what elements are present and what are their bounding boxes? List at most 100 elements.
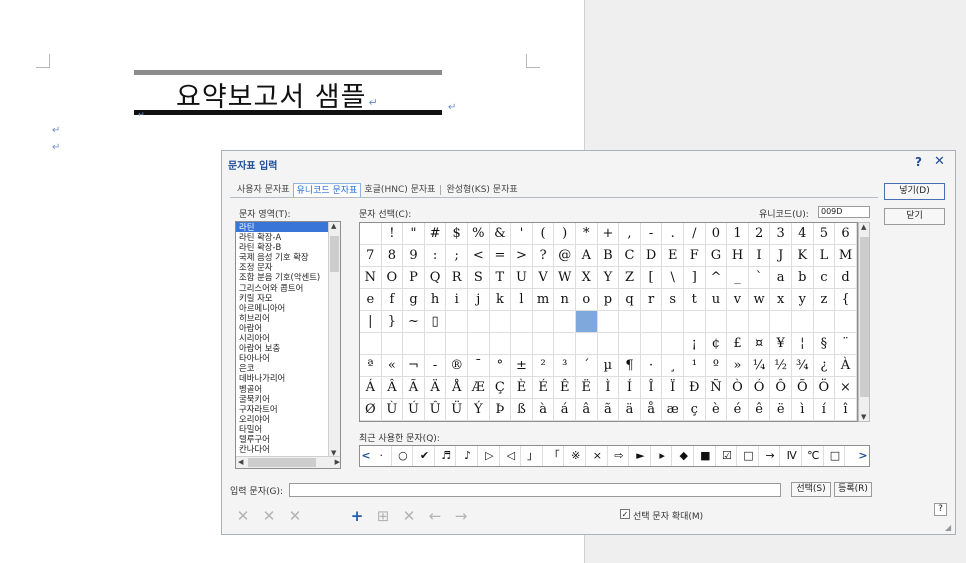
recent-char-cell[interactable]: □ [826,446,846,466]
char-cell[interactable] [597,311,620,333]
char-cell[interactable]: Ø [360,399,382,421]
char-cell[interactable]: K [792,245,814,267]
recent-char-cell[interactable]: → [761,446,781,466]
register-button[interactable]: 등록(R) [834,482,872,497]
char-cell[interactable]: Y [597,267,620,289]
help-question-icon[interactable]: ? [934,503,947,516]
char-cell[interactable]: ; [446,245,468,267]
char-cell[interactable] [662,311,684,333]
char-cell[interactable]: Æ [468,377,490,399]
char-cell[interactable]: } [381,311,404,333]
char-cell[interactable]: Ú [403,399,425,421]
input-chars-field[interactable] [289,483,781,497]
char-cell[interactable]: z [813,289,836,311]
tab-hnc-charmap[interactable]: 호글(HNC) 문자표 [361,183,438,197]
char-cell[interactable]: V [532,267,555,289]
char-cell[interactable]: 8 [381,245,404,267]
char-cell[interactable]: E [662,245,684,267]
recent-char-cell[interactable]: 「 [545,446,565,466]
char-area-item[interactable]: 아르메니아어 [236,303,340,313]
char-area-item[interactable]: 데바나가리어 [236,373,340,383]
char-cell[interactable]: å [640,399,663,421]
char-cell[interactable]: G [705,245,728,267]
char-cell[interactable]: æ [662,399,684,421]
char-area-item[interactable]: 벵골어 [236,384,340,394]
char-cell[interactable]: h [424,289,447,311]
char-cell[interactable]: è [705,399,728,421]
char-cell[interactable]: ¤ [748,333,771,355]
char-cell[interactable]: ç [684,399,706,421]
char-area-item[interactable]: 오리야어 [236,414,340,424]
char-cell[interactable]: a [770,267,792,289]
char-area-item[interactable]: 타밀어 [236,424,340,434]
char-cell[interactable] [619,333,641,355]
recent-char-cell[interactable]: ✔ [415,446,435,466]
char-cell[interactable]: S [468,267,490,289]
recent-char-cell[interactable]: ▸ [653,446,673,466]
recent-char-cell[interactable]: ▷ [480,446,500,466]
tab-ks-charmap[interactable]: 완성형(KS) 문자표 [443,183,520,197]
char-cell[interactable]: 7 [360,245,382,267]
char-cell[interactable]: ^ [705,267,728,289]
char-cell[interactable]: + [597,223,620,245]
char-cell[interactable]: ¥ [770,333,792,355]
char-cell[interactable]: È [511,377,533,399]
char-cell[interactable]: < [468,245,490,267]
char-cell[interactable]: g [403,289,425,311]
char-cell[interactable] [813,311,836,333]
char-cell[interactable]: Ê [554,377,576,399]
char-cell[interactable]: ¨ [835,333,857,355]
char-cell[interactable]: Í [619,377,641,399]
scroll-thumb[interactable] [330,236,339,272]
char-cell[interactable] [511,333,533,355]
char-cell[interactable]: q [619,289,641,311]
char-cell[interactable]: 3 [770,223,792,245]
char-cell[interactable]: µ [597,355,620,377]
resize-grip-icon[interactable]: ◢ [945,523,951,532]
char-cell[interactable]: í [813,399,836,421]
char-cell[interactable]: ' [511,223,533,245]
close-icon[interactable]: ✕ [934,154,945,169]
char-cell[interactable]: ! [381,223,404,245]
recent-char-cell[interactable]: ℃ [804,446,824,466]
recent-char-cell[interactable]: □ [739,446,759,466]
char-cell[interactable] [640,311,663,333]
char-cell[interactable]: x [770,289,792,311]
char-cell[interactable]: ì [792,399,814,421]
recent-char-cell[interactable]: ♪ [458,446,478,466]
char-cell[interactable]: Ù [381,399,404,421]
scroll-right-icon[interactable]: ▶ [335,458,340,466]
recent-char-cell[interactable]: ⇨ [610,446,630,466]
char-area-item[interactable]: 구자라트어 [236,404,340,414]
char-grid-scrollbar[interactable]: ▲ ▼ [858,222,870,422]
char-cell[interactable] [748,311,771,333]
char-cell[interactable] [640,333,663,355]
char-cell[interactable]: 6 [835,223,857,245]
tool-add-table-icon[interactable]: ⊞ [372,505,394,527]
char-cell[interactable] [489,333,512,355]
scroll-down-icon[interactable]: ▼ [861,413,866,421]
char-cell[interactable] [532,311,555,333]
char-cell[interactable]: Ë [576,377,598,399]
tool-delete-sel-icon[interactable]: ✕ [258,505,280,527]
char-cell[interactable]: À [835,355,857,377]
char-cell[interactable]: l [511,289,533,311]
char-cell[interactable]: % [468,223,490,245]
char-cell[interactable]: Ô [770,377,792,399]
recent-char-cell[interactable]: ♬ [437,446,457,466]
char-cell[interactable] [554,333,576,355]
char-cell[interactable]: O [381,267,404,289]
char-cell[interactable]: Ó [748,377,771,399]
char-cell[interactable]: ¬ [403,355,425,377]
char-cell[interactable]: $ [446,223,468,245]
char-cell[interactable] [446,333,468,355]
char-cell[interactable]: m [532,289,555,311]
char-cell[interactable]: , [619,223,641,245]
char-cell[interactable]: £ [727,333,749,355]
char-cell[interactable]: ª [360,355,382,377]
char-cell[interactable]: t [684,289,706,311]
char-cell[interactable]: y [792,289,814,311]
char-cell[interactable]: d [835,267,857,289]
char-cell[interactable]: Ö [813,377,836,399]
char-cell[interactable]: e [360,289,382,311]
